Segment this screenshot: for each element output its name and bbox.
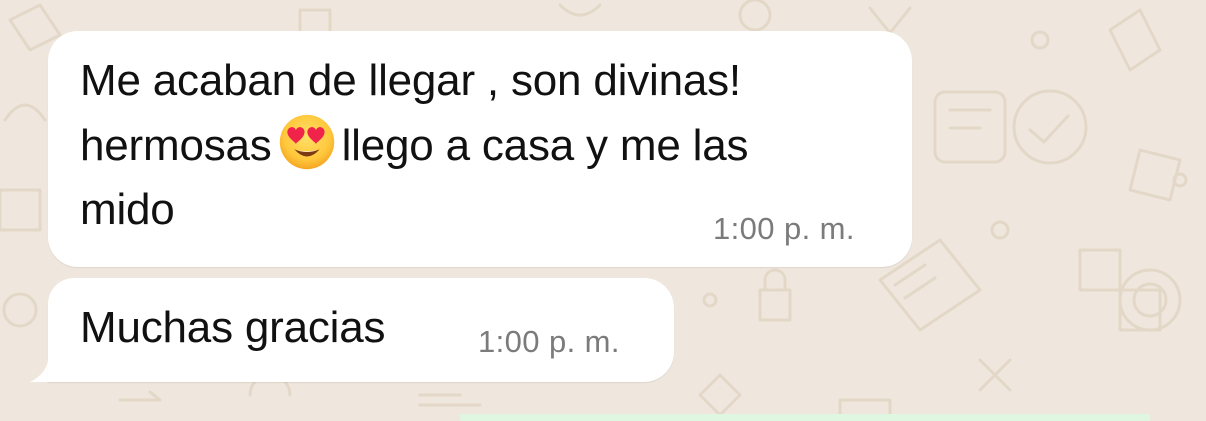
message-text: Muchas gracias bbox=[80, 303, 386, 352]
heart-eyes-emoji-icon bbox=[279, 114, 334, 170]
message-bubble-received[interactable]: Me acaban de llegar , son divinas! hermo… bbox=[48, 31, 912, 267]
message-timestamp: 1:00 p. m. bbox=[478, 324, 620, 359]
message-bubble-received[interactable]: Muchas gracias 1:00 p. m. bbox=[48, 278, 674, 382]
message-timestamp: 1:00 p. m. bbox=[713, 211, 855, 246]
bottom-highlight-strip bbox=[460, 414, 1150, 421]
